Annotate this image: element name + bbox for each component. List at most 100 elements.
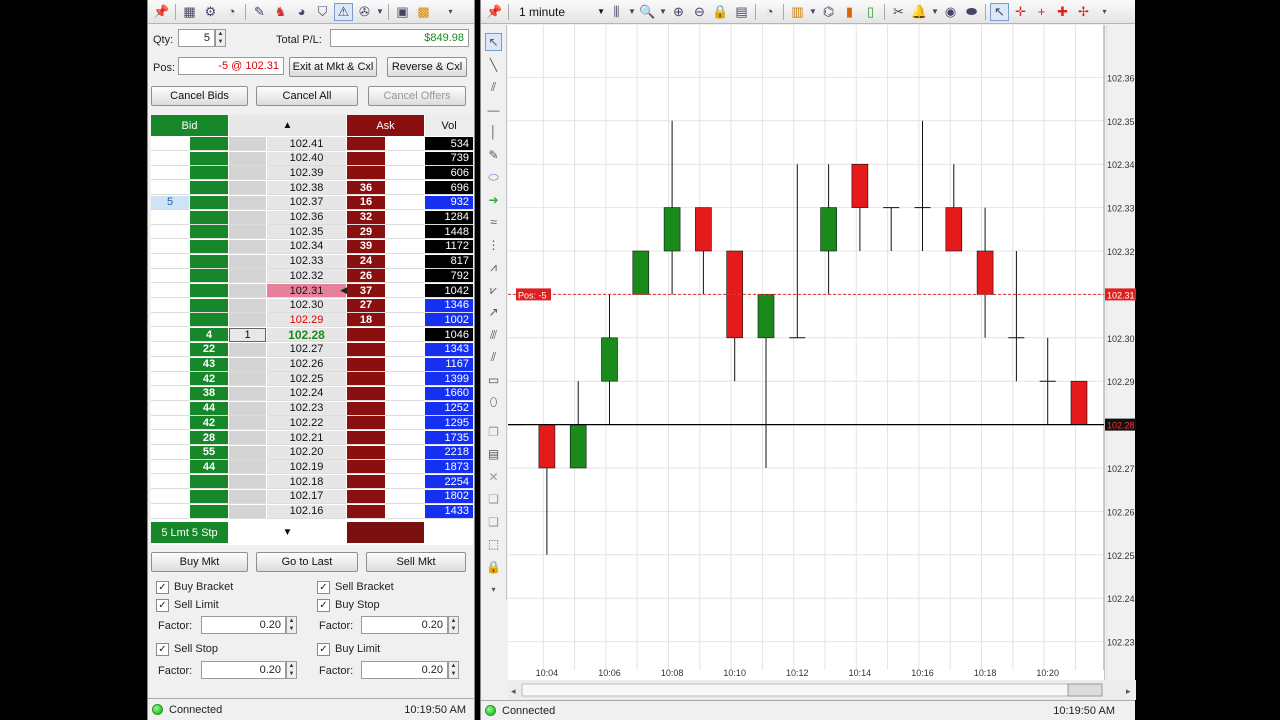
- buy-bracket-checkbox[interactable]: ✓: [156, 581, 169, 594]
- ladder-row[interactable]: 102.38 36 696: [151, 181, 473, 196]
- ask-order-cell[interactable]: [386, 313, 424, 328]
- bid-order-cell[interactable]: [151, 504, 189, 519]
- ladder-row[interactable]: 102.35 29 1448: [151, 225, 473, 240]
- bid-order-cell[interactable]: [151, 151, 189, 166]
- bid-order-cell[interactable]: [151, 445, 189, 460]
- ladder-row[interactable]: 102.41 534: [151, 137, 473, 151]
- bid-size-cell[interactable]: 44: [190, 401, 228, 416]
- crosshair-icon[interactable]: ✛: [1011, 3, 1030, 21]
- bid-size-cell[interactable]: [190, 313, 228, 328]
- bid-size-cell[interactable]: 55: [190, 445, 228, 460]
- lock-icon[interactable]: 🔒: [711, 3, 730, 21]
- zoom-icon[interactable]: 🔍: [638, 3, 657, 21]
- ask-order-cell[interactable]: [386, 445, 424, 460]
- overflow-icon[interactable]: ▾: [1095, 3, 1114, 21]
- crosshair-persist-icon[interactable]: ✚: [1053, 3, 1072, 21]
- bid-size-cell[interactable]: 43: [190, 357, 228, 372]
- ask-order-cell[interactable]: [386, 166, 424, 181]
- chevron-down-icon[interactable]: ▼: [931, 3, 939, 21]
- ask-order-cell[interactable]: [386, 504, 424, 519]
- candle-down[interactable]: [1070, 380, 1088, 425]
- bid-size-cell[interactable]: [190, 210, 228, 225]
- bid-size-cell[interactable]: 4: [190, 328, 228, 343]
- ask-order-cell[interactable]: [386, 298, 424, 313]
- ask-size-cell[interactable]: 36: [347, 181, 385, 196]
- price-ladder[interactable]: Bid ▲ Ask Vol 102.41 534 102.40 739 102.39 60…: [151, 115, 473, 545]
- sell-market-button[interactable]: Sell Mkt: [366, 552, 466, 572]
- crosshair-linked-icon[interactable]: ✢: [1074, 3, 1093, 21]
- ask-size-cell[interactable]: [347, 166, 385, 181]
- bid-order-cell[interactable]: [151, 137, 189, 151]
- pin-icon[interactable]: 📌: [152, 3, 171, 21]
- ask-size-cell[interactable]: [347, 328, 385, 343]
- ladder-row[interactable]: 102.40 739: [151, 151, 473, 166]
- scroll-down-icon[interactable]: ▼: [229, 522, 346, 543]
- pie-icon[interactable]: ◔: [222, 3, 241, 21]
- pitchfork-icon[interactable]: ⩗: [485, 281, 502, 299]
- text-icon[interactable]: ✎: [485, 146, 502, 164]
- ask-order-cell[interactable]: [386, 181, 424, 196]
- qty-input[interactable]: 5: [178, 29, 215, 47]
- bid-order-cell[interactable]: [151, 181, 189, 196]
- horizontal-line-icon[interactable]: —: [485, 101, 502, 119]
- bid-size-cell[interactable]: [190, 254, 228, 269]
- ray-icon[interactable]: ⫽: [485, 78, 502, 96]
- ladder-row[interactable]: 102.36 32 1284: [151, 210, 473, 225]
- bid-size-cell[interactable]: [190, 181, 228, 196]
- ask-order-cell[interactable]: [386, 401, 424, 416]
- buy-market-button[interactable]: Buy Mkt: [151, 552, 248, 572]
- calculator-icon[interactable]: ▦: [180, 3, 199, 21]
- bid-order-cell[interactable]: [151, 475, 189, 490]
- scissors-icon[interactable]: ✂: [889, 3, 908, 21]
- bid-order-cell[interactable]: [151, 357, 189, 372]
- bid-order-cell[interactable]: [151, 386, 189, 401]
- ask-order-cell[interactable]: [386, 269, 424, 284]
- fib-icon[interactable]: ≈: [485, 213, 502, 231]
- bid-size-cell[interactable]: 42: [190, 416, 228, 431]
- ladder-row[interactable]: 102.30 27 1346: [151, 298, 473, 313]
- ask-order-cell[interactable]: [386, 489, 424, 504]
- overflow-icon[interactable]: ▾: [441, 3, 460, 21]
- bid-order-cell[interactable]: [151, 239, 189, 254]
- chevron-down-icon[interactable]: ▼: [376, 3, 384, 21]
- ask-order-cell[interactable]: [386, 137, 424, 151]
- ask-size-cell[interactable]: [347, 431, 385, 445]
- ask-size-cell[interactable]: [347, 401, 385, 416]
- ladder-row[interactable]: 22 102.27 1343: [151, 342, 473, 357]
- ellipse-note-icon[interactable]: ⬭: [485, 168, 502, 186]
- factor-spinner-4[interactable]: ▲ ▼: [448, 661, 459, 679]
- ask-size-cell[interactable]: 18: [347, 313, 385, 328]
- ask-size-cell[interactable]: 37: [347, 284, 385, 298]
- chevron-down-icon[interactable]: ▼: [628, 3, 636, 21]
- bid-order-cell[interactable]: [151, 431, 189, 445]
- ladder-row[interactable]: 55 102.20 2218: [151, 445, 473, 460]
- arrow-icon[interactable]: ➔: [485, 191, 502, 209]
- indicator-icon[interactable]: ▥: [788, 3, 807, 21]
- candle-up[interactable]: [632, 250, 650, 295]
- ladder-row[interactable]: 5 102.37 16 932: [151, 195, 473, 210]
- bar-type-icon[interactable]: ⫼: [607, 3, 626, 21]
- ask-size-cell[interactable]: 26: [347, 269, 385, 284]
- ask-size-cell[interactable]: 24: [347, 254, 385, 269]
- sell-limit-checkbox[interactable]: ✓: [156, 599, 169, 612]
- chevron-down-icon[interactable]: ▼: [659, 3, 667, 21]
- ask-size-cell[interactable]: 32: [347, 210, 385, 225]
- factor-input-4[interactable]: 0.20: [361, 661, 448, 679]
- ask-size-cell[interactable]: [347, 445, 385, 460]
- factor-spinner-3[interactable]: ▲ ▼: [286, 661, 297, 679]
- ask-size-cell[interactable]: [347, 489, 385, 504]
- candle-down[interactable]: [945, 207, 963, 252]
- interval-selector[interactable]: 1 minute ▼: [513, 5, 605, 19]
- reverse-button[interactable]: Reverse & Cxl: [387, 57, 467, 77]
- ask-order-cell[interactable]: [386, 328, 424, 343]
- ask-order-cell[interactable]: [386, 225, 424, 240]
- bid-order-cell[interactable]: [151, 416, 189, 431]
- factor-input-3[interactable]: 0.20: [201, 661, 286, 679]
- chevron-down-icon[interactable]: ▼: [809, 3, 817, 21]
- ask-order-cell[interactable]: [386, 254, 424, 269]
- andrews-icon[interactable]: ⩘: [485, 258, 502, 276]
- bid-order-cell[interactable]: [151, 460, 189, 475]
- ladder-row[interactable]: 4 1 102.28 1046: [151, 328, 473, 343]
- plot-area[interactable]: [508, 25, 1104, 680]
- bid-order-cell[interactable]: [151, 313, 189, 328]
